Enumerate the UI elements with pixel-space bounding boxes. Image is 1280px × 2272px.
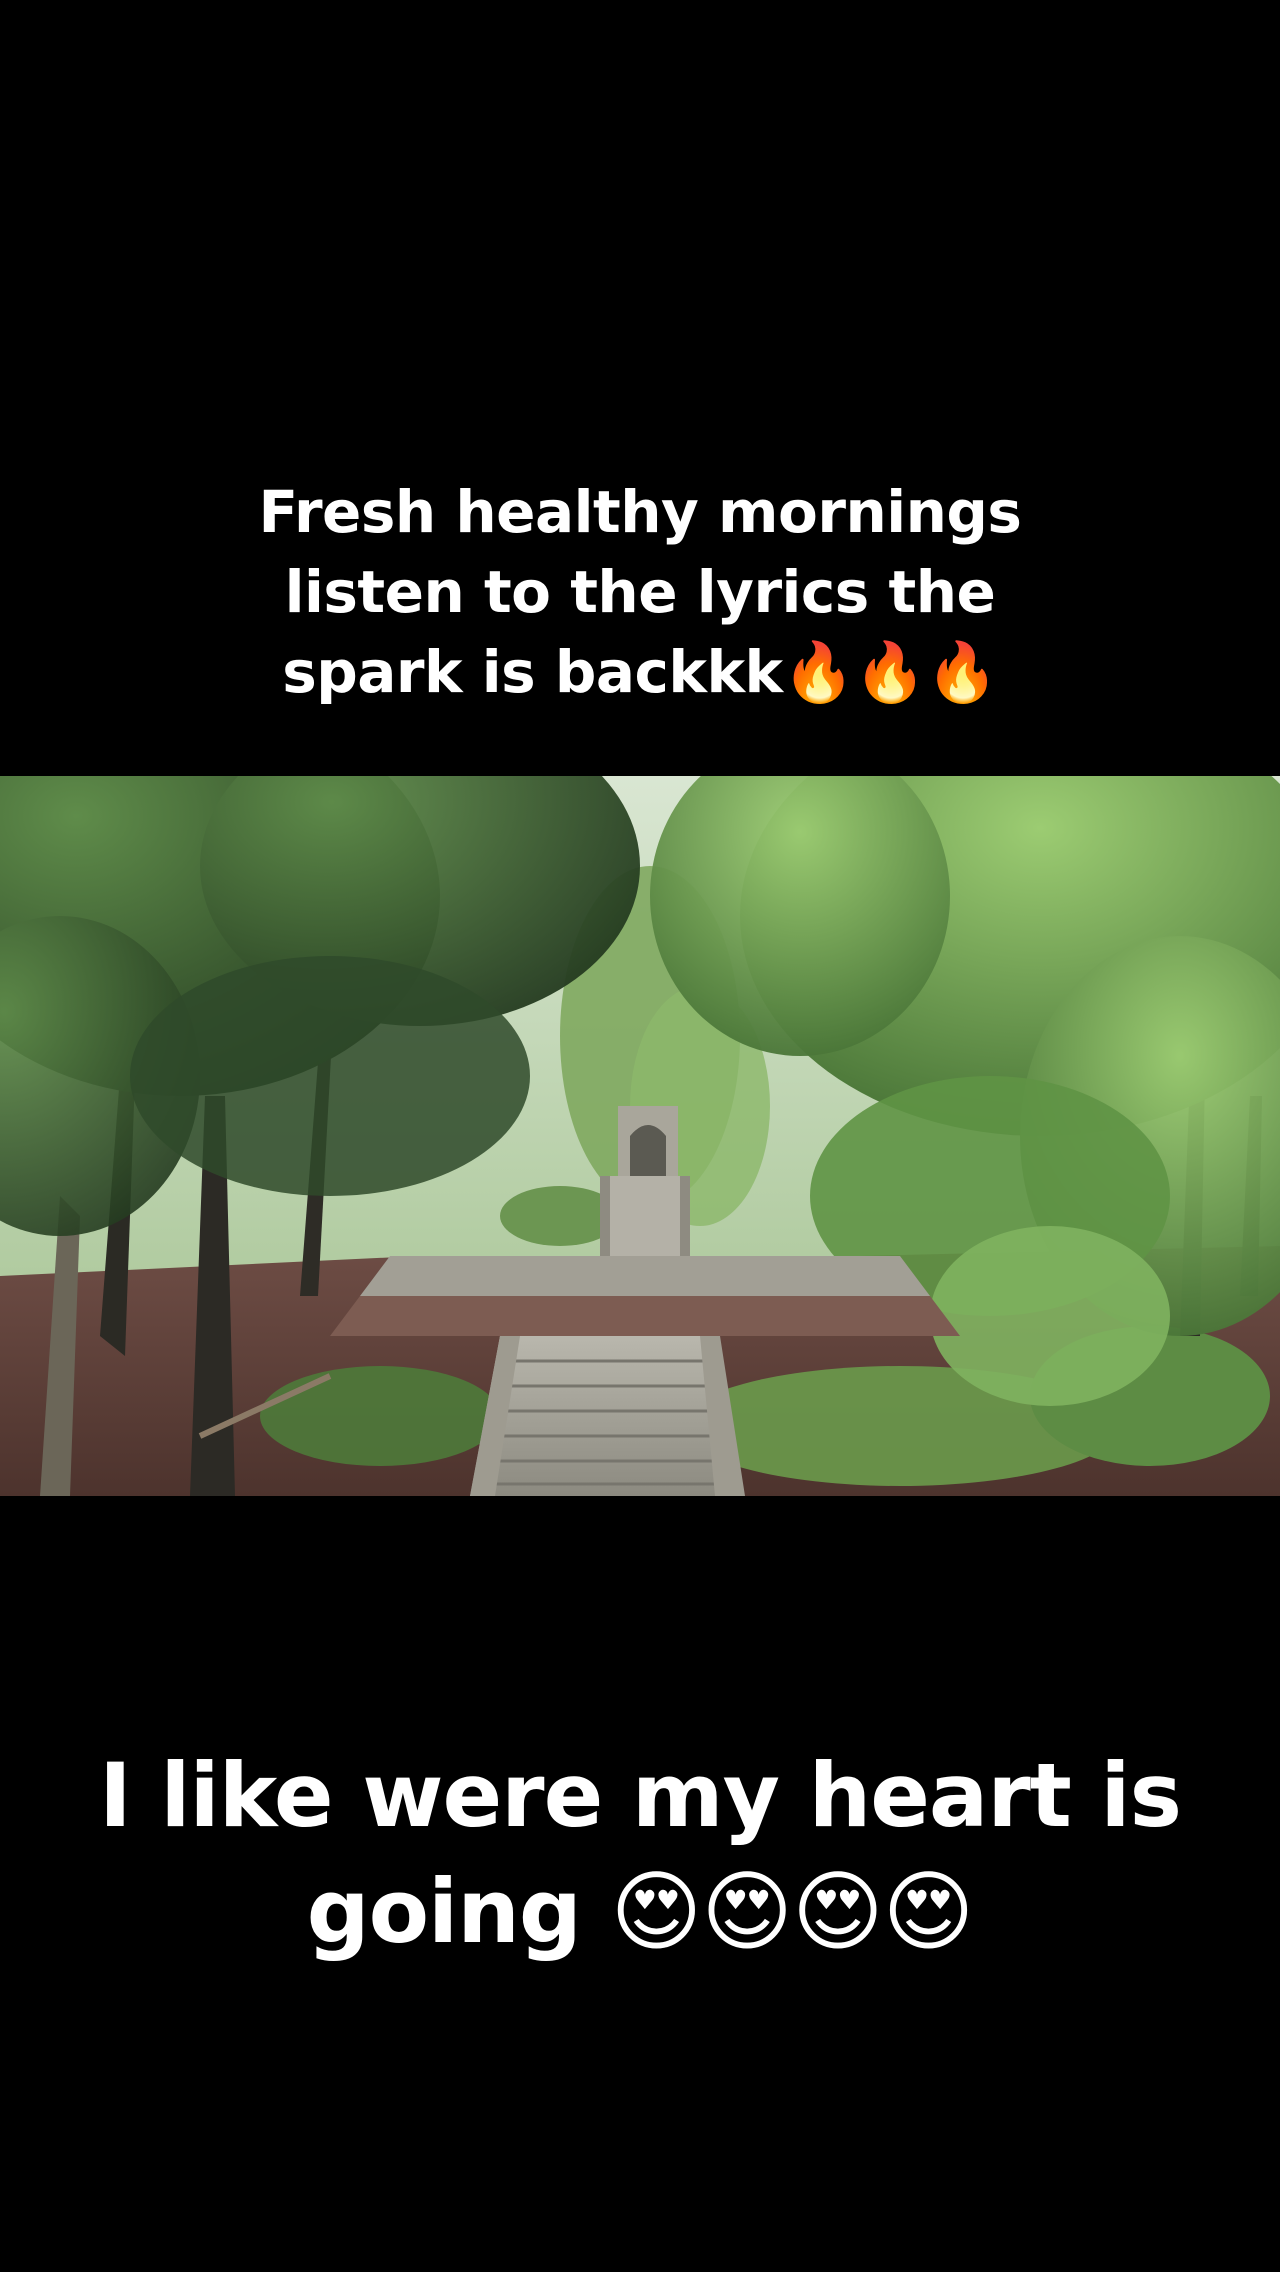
bottom-caption-line-1: I like were my heart is <box>99 1744 1182 1847</box>
top-caption-line-1: Fresh healthy mornings <box>258 478 1022 546</box>
forest-scene-illustration <box>0 776 1280 1496</box>
top-caption: Fresh healthy mornings listen to the lyr… <box>0 472 1280 712</box>
top-caption-line-3: spark is backkk🔥🔥🔥 <box>282 638 998 706</box>
top-caption-line-2: listen to the lyrics the <box>284 558 996 626</box>
bottom-caption-line-2: going 😍😍😍😍 <box>306 1860 975 1963</box>
bottom-caption: I like were my heart is going 😍😍😍😍 <box>0 1738 1280 1970</box>
forest-staircase-photo <box>0 776 1280 1496</box>
